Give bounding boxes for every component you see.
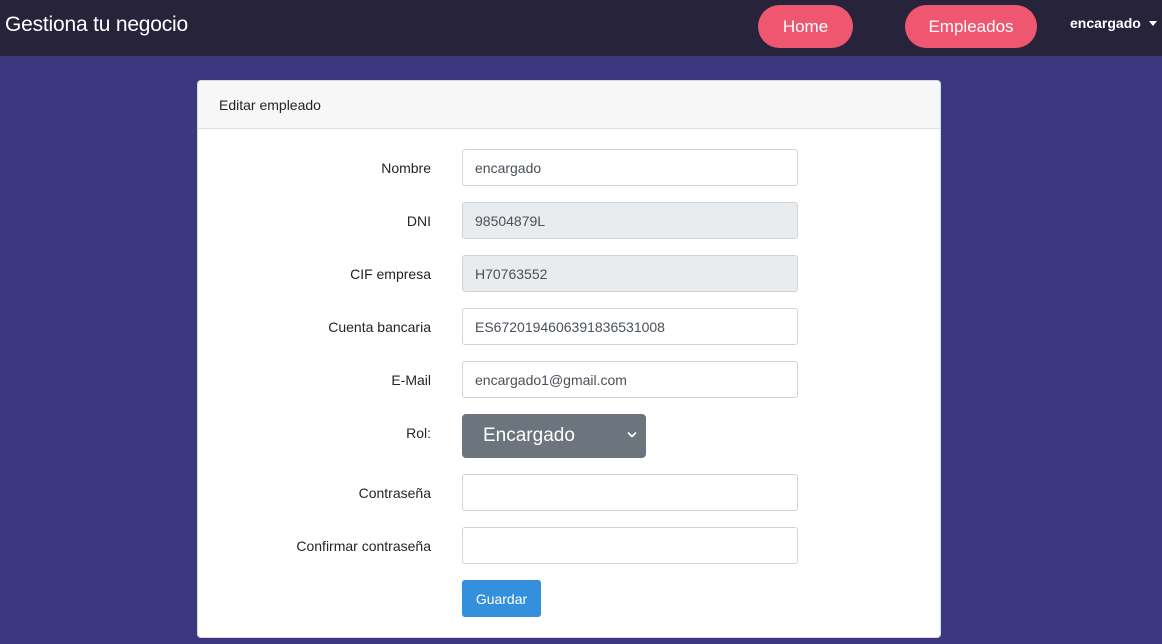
nav-employees-button[interactable]: Empleados xyxy=(905,5,1037,48)
name-label: Nombre xyxy=(381,160,431,176)
role-select-value: Encargado xyxy=(483,425,575,446)
name-input[interactable] xyxy=(462,149,798,186)
cif-input[interactable] xyxy=(462,255,798,292)
role-label: Rol: xyxy=(406,425,431,441)
email-input[interactable] xyxy=(462,361,798,398)
edit-employee-card: Editar empleado Nombre DNI CIF empresa C… xyxy=(197,80,941,638)
user-menu-label: encargado xyxy=(1070,15,1141,31)
bank-account-label: Cuenta bancaria xyxy=(328,319,431,335)
password-input[interactable] xyxy=(462,474,798,511)
card-title: Editar empleado xyxy=(219,96,321,113)
chevron-down-icon xyxy=(627,432,637,438)
role-select[interactable]: Encargado xyxy=(462,414,646,458)
card-header: Editar empleado xyxy=(198,81,940,129)
dni-label: DNI xyxy=(406,213,431,229)
confirm-password-label: Confirmar contraseña xyxy=(296,538,431,554)
caret-down-icon xyxy=(1148,21,1157,26)
nav-home-button[interactable]: Home xyxy=(758,5,853,48)
email-label: E-Mail xyxy=(391,372,431,388)
user-menu-toggle[interactable]: encargado xyxy=(1070,15,1157,31)
password-label: Contraseña xyxy=(358,485,431,501)
bank-account-input[interactable] xyxy=(462,308,798,345)
brand-title[interactable]: Gestiona tu negocio xyxy=(5,13,188,37)
cif-label: CIF empresa xyxy=(350,266,431,282)
save-button[interactable]: Guardar xyxy=(462,580,541,617)
top-navbar: Gestiona tu negocio Home Empleados encar… xyxy=(0,0,1162,56)
dni-input[interactable] xyxy=(462,202,798,239)
confirm-password-input[interactable] xyxy=(462,527,798,564)
